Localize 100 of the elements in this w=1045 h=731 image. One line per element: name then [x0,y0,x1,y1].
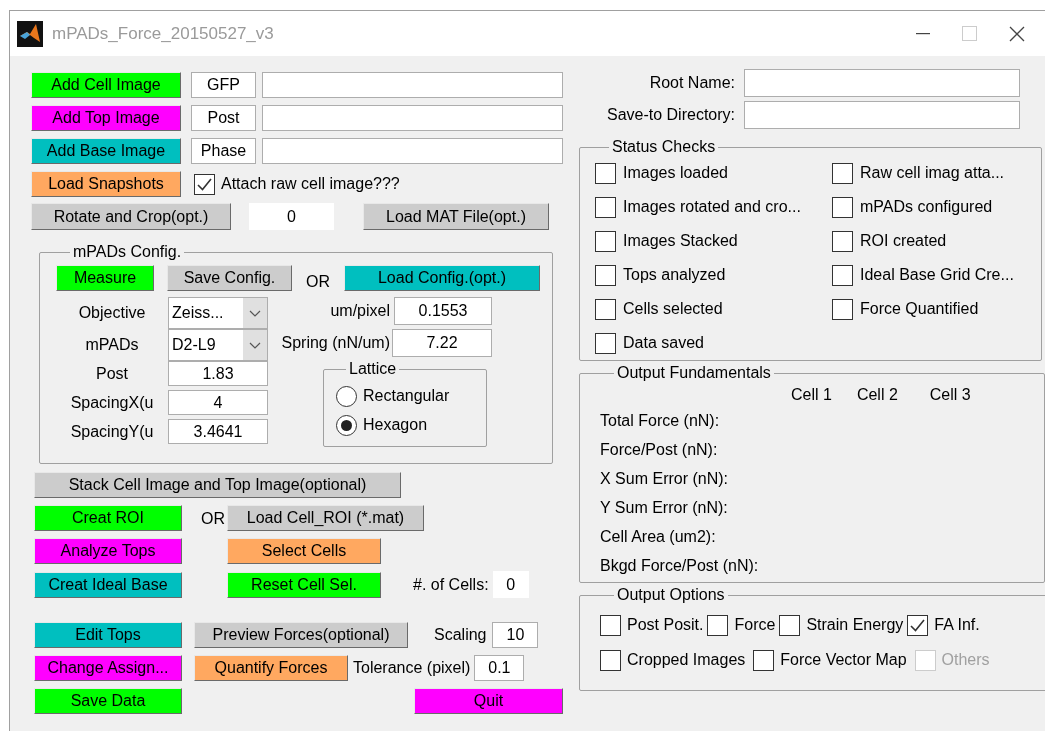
field-label: Post [95,363,129,384]
input-field[interactable]: 7.22 [392,329,492,357]
group-title: Lattice [348,361,398,377]
input-field[interactable]: 0.1 [474,655,525,681]
checkbox[interactable] [595,264,616,286]
group-title: Output Fundamentals [616,365,772,381]
row-label: Y Sum Error (nN): [600,498,729,518]
file-path-field[interactable] [262,105,563,131]
input-field[interactable]: 4 [168,390,268,415]
row-label: Total Force (nN): [600,411,721,431]
load-mat-button[interactable]: Load MAT File(opt.) [363,203,549,230]
checkbox[interactable] [595,298,616,320]
rotation-field[interactable]: 0 [249,203,334,230]
stack-images-button[interactable]: Stack Cell Image and Top Image(optional) [34,472,401,498]
input-field[interactable]: 1.83 [168,361,268,386]
load-config-button[interactable]: Load Config.(opt.) [344,265,540,291]
checkbox[interactable] [907,614,929,636]
add-image-button[interactable]: Add Base Image [31,138,181,164]
row-label: X Sum Error (nN): [600,469,729,489]
dropdown[interactable]: Zeiss... [168,297,268,329]
root-name-field[interactable] [744,69,1020,97]
quit-button[interactable]: Quit [414,688,563,714]
checkbox[interactable] [832,196,853,218]
cell-count-field[interactable]: 0 [492,571,529,598]
field-label: Spring (nN/um) [280,333,390,353]
create-ideal-base-button[interactable]: Creat Ideal Base [34,571,182,598]
file-path-field[interactable] [262,72,563,98]
checkbox[interactable] [600,649,621,671]
checkbox[interactable] [832,298,853,320]
checkbox-label: Attach raw cell image??? [221,174,400,194]
or-label: OR [201,509,226,529]
checkbox[interactable] [832,230,853,252]
channel-field[interactable]: GFP [191,72,256,98]
create-roi-button[interactable]: Creat ROI [34,505,182,531]
checkbox-label: Ideal Base Grid Cre... [860,265,1014,285]
checkbox-label: Images Stacked [623,231,738,251]
checkbox-label: Cells selected [623,299,723,319]
field-label: SpacingX(u [69,392,155,413]
field-label: mPADs [84,335,140,355]
checkbox-label: Force Quantified [860,299,979,319]
channel-field[interactable]: Post [191,105,256,131]
measure-button[interactable]: Measure [56,265,154,291]
field-label: Objective [77,303,147,323]
save-config-button[interactable]: Save Config. [167,265,292,291]
field-label: Scaling [434,625,487,645]
field-label: um/pixel [329,301,390,321]
checkbox[interactable] [595,230,616,252]
group-title: Status Checks [611,139,717,155]
row-label: Bkgd Force/Post (nN): [600,556,760,576]
checkbox[interactable] [595,196,616,218]
channel-field[interactable]: Phase [191,138,256,164]
row-label: Force/Post (nN): [600,440,719,460]
checkbox[interactable] [832,162,853,184]
field-label: Tolerance (pixel) [353,658,471,678]
save-data-button[interactable]: Save Data [34,688,182,714]
dropdown[interactable]: D2-L9 [168,329,268,361]
file-path-field[interactable] [262,138,563,164]
input-field[interactable]: 0.1553 [394,297,492,325]
group-title: Output Options [616,587,726,603]
checkbox[interactable] [595,332,616,354]
select-cells-button[interactable]: Select Cells [227,538,381,564]
field-label: SpacingY(u [69,421,155,442]
checkbox-label: FA Inf. [934,615,980,635]
input-field[interactable]: 10 [492,622,539,648]
chevron-down-icon [249,341,261,349]
checkmark-icon [197,177,212,191]
checkbox[interactable] [753,649,775,671]
quantify-forces-button[interactable]: Quantify Forces [194,655,348,681]
edit-tops-button[interactable]: Edit Tops [34,622,182,648]
radio-button[interactable] [336,414,357,436]
row-label: Cell Area (um2): [600,527,717,547]
or-label: OR [306,272,330,292]
radio-label: Rectangular [363,386,450,406]
checkbox[interactable] [595,162,616,184]
add-image-button[interactable]: Add Cell Image [31,72,181,98]
preview-forces-button[interactable]: Preview Forces(optional) [194,622,408,648]
minimize-icon[interactable] [916,32,930,35]
checkmark-icon [910,618,926,632]
checkbox-label: Post Posit. [627,615,704,635]
radio-button[interactable] [336,385,357,407]
load-snapshots-button[interactable]: Load Snapshots [31,171,181,197]
checkbox-label: Images rotated and cro... [623,197,801,217]
close-icon[interactable] [1009,25,1025,42]
rotate-crop-button[interactable]: Rotate and Crop(opt.) [31,203,231,230]
change-assignment-button[interactable]: Change Assign... [34,655,182,681]
checkbox-label: Strain Energy [806,615,904,635]
checkbox-label: Raw cell imag atta... [860,163,1005,183]
checkbox[interactable] [832,264,853,286]
analyze-tops-button[interactable]: Analyze Tops [34,538,182,564]
app-logo-icon [17,20,43,47]
field-label: Root Name: [648,73,735,93]
save-directory-field[interactable] [744,101,1020,129]
checkbox[interactable] [600,614,621,636]
checkbox[interactable] [779,614,801,636]
input-field[interactable]: 3.4641 [168,419,268,444]
checkbox[interactable] [707,614,729,636]
reset-cell-selection-button[interactable]: Reset Cell Sel. [227,571,381,598]
load-roi-button[interactable]: Load Cell_ROI (*.mat) [227,505,424,531]
checkbox[interactable] [194,173,215,195]
add-image-button[interactable]: Add Top Image [31,105,181,131]
